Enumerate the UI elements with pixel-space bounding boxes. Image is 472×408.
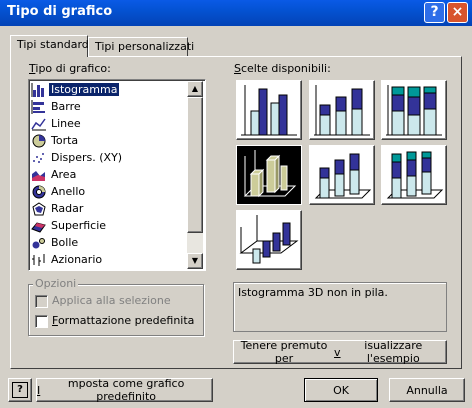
subtype-100-stacked-column[interactable] xyxy=(381,80,447,140)
subtype-3d-100-stacked-column[interactable] xyxy=(381,145,447,205)
arrow-down-icon: ▼ xyxy=(191,256,199,265)
stacked-column-icon xyxy=(314,85,370,136)
subtype-stacked-column[interactable] xyxy=(309,80,375,140)
list-item-label: Istogramma xyxy=(49,83,120,96)
doughnut-chart-icon xyxy=(32,185,46,198)
default-formatting-checkbox[interactable] xyxy=(35,315,48,328)
clustered-column-icon xyxy=(241,85,297,136)
label-pre: Tenere premuto per xyxy=(240,339,328,365)
label-post: isualizzare l'esempio xyxy=(364,339,423,365)
cancel-button[interactable]: Annulla xyxy=(389,378,465,402)
3d-clustered-column-icon xyxy=(243,150,297,198)
scroll-up-button[interactable]: ▲ xyxy=(187,81,203,97)
list-item[interactable]: Area xyxy=(31,166,188,183)
options-group xyxy=(28,284,204,336)
close-button[interactable]: × xyxy=(447,2,468,23)
list-item[interactable]: Linee xyxy=(31,115,188,132)
window-title: Tipo di grafico xyxy=(7,4,113,19)
subtype-3d-column[interactable] xyxy=(236,210,302,270)
3d-column-icon xyxy=(239,215,299,264)
label-rest: ipo di grafico: xyxy=(35,62,111,75)
stacked-100-column-icon xyxy=(386,85,442,136)
scatter-chart-icon xyxy=(33,152,44,163)
chart-type-label: Tipo di grafico: xyxy=(29,62,111,75)
chart-type-list[interactable]: Istogramma Barre Linee Torta Dispers. (XY) Ar… xyxy=(28,79,206,271)
list-item[interactable]: Dispers. (XY) xyxy=(31,149,188,166)
list-item[interactable]: Radar xyxy=(31,200,188,217)
tab-tipi-standard[interactable]: Tipi standard xyxy=(10,35,89,57)
list-item-label: Bolle xyxy=(51,236,79,249)
help-button[interactable]: ? xyxy=(424,2,445,23)
mnemonic: S xyxy=(234,62,241,75)
description-text: Istogramma 3D non in pila. xyxy=(238,286,388,299)
list-item[interactable]: Istogramma xyxy=(31,81,188,98)
preview-button[interactable]: Tenere premuto per v isualizzare l'esempi… xyxy=(233,339,447,365)
list-item-label: Anello xyxy=(51,185,86,198)
list-item[interactable]: Barre xyxy=(31,98,188,115)
list-item[interactable]: Torta xyxy=(31,132,188,149)
3d-100-stacked-column-icon xyxy=(386,151,444,199)
subtype-description: Istogramma 3D non in pila. xyxy=(233,282,447,332)
ok-label: OK xyxy=(333,383,349,397)
list-item-label: Torta xyxy=(51,134,79,147)
list-item[interactable]: Bolle xyxy=(31,234,188,251)
line-chart-icon xyxy=(31,118,46,130)
arrow-up-icon: ▲ xyxy=(191,84,199,93)
tab-join xyxy=(11,55,87,57)
help-icon: ? xyxy=(430,4,439,20)
pie-chart-icon xyxy=(32,134,46,147)
list-scrollbar[interactable]: ▲ ▼ xyxy=(187,81,203,269)
stock-chart-icon xyxy=(32,253,45,266)
tab-label: Tipi standard xyxy=(17,38,89,51)
bubble-chart-icon xyxy=(32,237,45,248)
default-formatting-label: Formattazione predefinita xyxy=(52,314,194,327)
context-help-button[interactable]: ? xyxy=(8,378,32,402)
list-item-label: Linee xyxy=(51,117,81,130)
apply-selection-label: Applica alla selezione xyxy=(52,294,171,307)
list-item[interactable]: Azionario xyxy=(31,251,188,268)
list-item[interactable]: Superficie xyxy=(31,217,188,234)
options-legend: Opzioni xyxy=(33,277,79,290)
close-icon: × xyxy=(451,4,464,20)
subtype-3d-stacked-column[interactable] xyxy=(309,145,375,205)
ok-button[interactable]: OK xyxy=(304,378,378,402)
subtype-clustered-column[interactable] xyxy=(236,80,302,140)
list-item-label: Azionario xyxy=(51,253,103,266)
radar-chart-icon xyxy=(32,201,46,215)
subtype-3d-clustered-column[interactable] xyxy=(236,145,302,205)
column-chart-icon xyxy=(31,82,44,97)
area-chart-icon xyxy=(32,170,45,181)
list-item[interactable]: Anello xyxy=(31,183,188,200)
list-item-label: Area xyxy=(51,168,77,181)
surface-chart-icon xyxy=(31,221,46,233)
3d-stacked-column-icon xyxy=(314,153,372,199)
scroll-thumb[interactable] xyxy=(187,97,203,233)
subtypes-label: Scelte disponibili: xyxy=(234,62,331,75)
list-item-label: Radar xyxy=(51,202,84,215)
bar-chart-icon xyxy=(31,99,45,114)
tab-label: Tipi personalizzati xyxy=(95,40,195,53)
question-icon: ? xyxy=(12,382,28,398)
apply-selection-checkbox[interactable] xyxy=(35,295,48,308)
list-item-label: Dispers. (XY) xyxy=(51,151,123,164)
scroll-down-button[interactable]: ▼ xyxy=(187,253,203,269)
tab-tipi-personalizzati[interactable]: Tipi personalizzati xyxy=(88,37,194,57)
cancel-label: Annulla xyxy=(406,383,448,397)
set-default-button[interactable]: Imposta come grafico predefinito xyxy=(36,377,213,403)
list-item-label: Superficie xyxy=(51,219,107,232)
list-item-label: Barre xyxy=(51,100,81,113)
label-rest: ormattazione predefinita xyxy=(57,314,195,327)
label-rest: mposta come grafico predefinito xyxy=(67,377,185,403)
label-rest: celte disponibili: xyxy=(240,62,331,75)
